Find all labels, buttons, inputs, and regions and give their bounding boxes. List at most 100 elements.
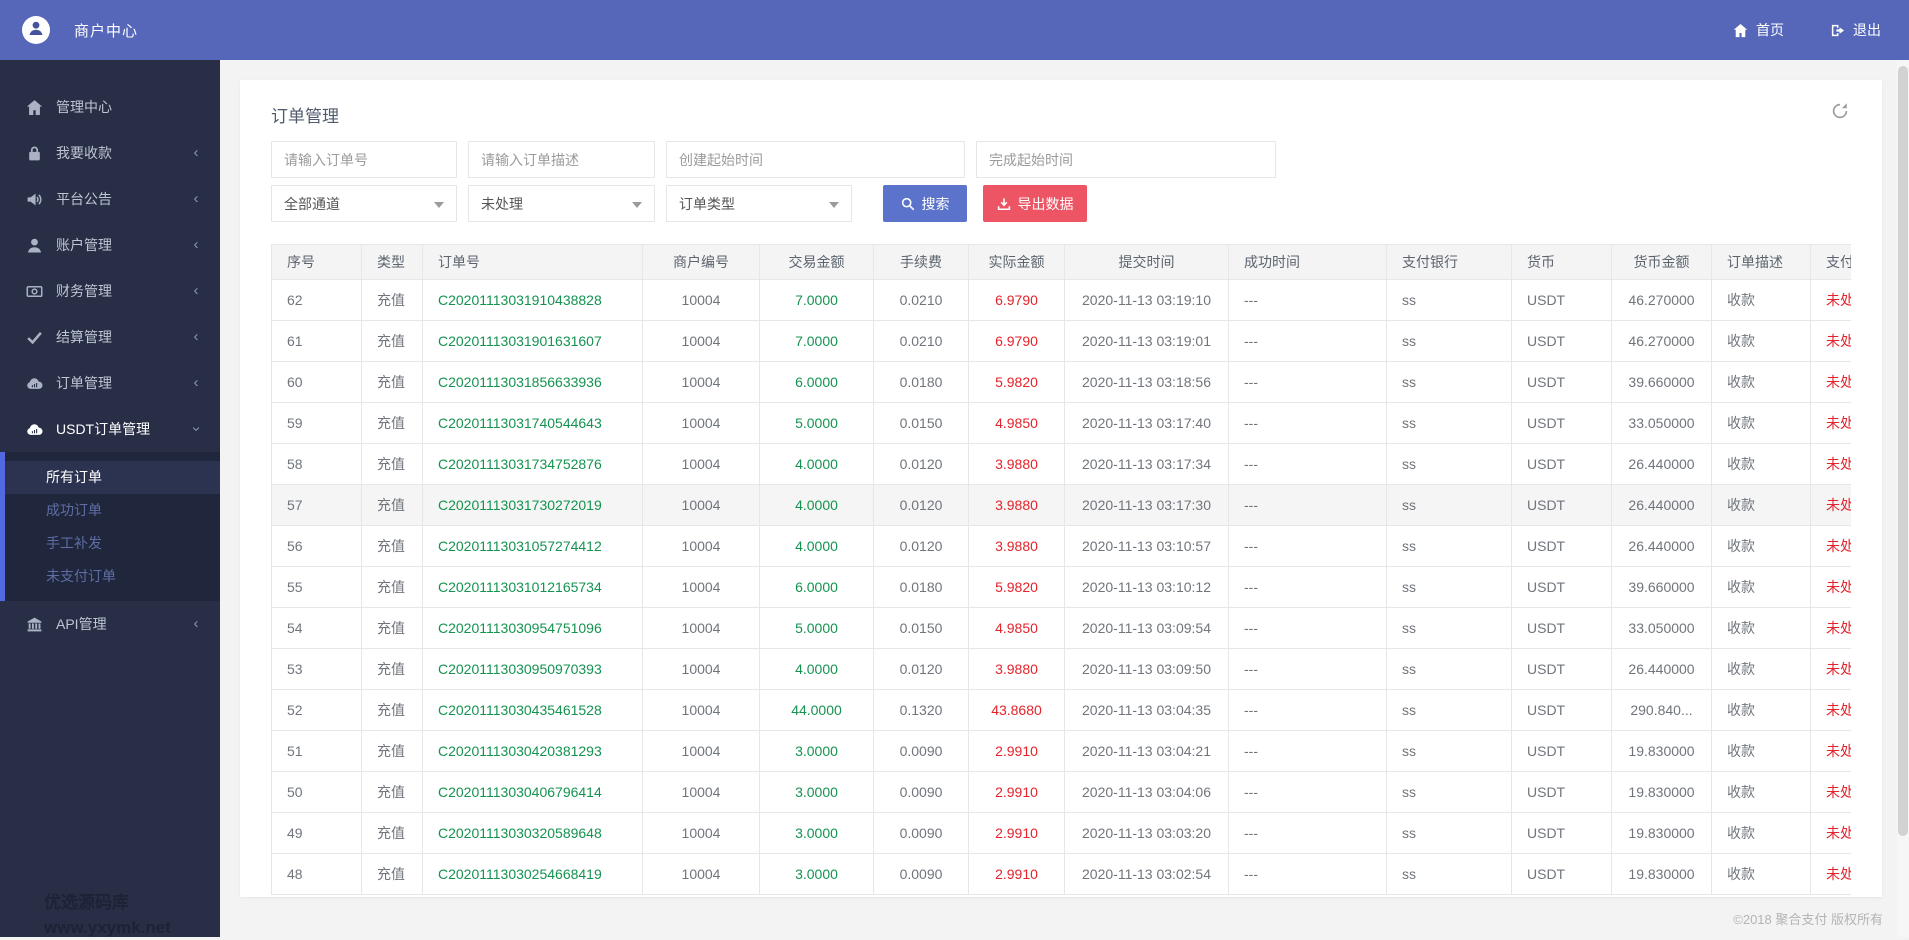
sidebar-item-platform-announcement[interactable]: 平台公告 ‹ bbox=[0, 176, 220, 222]
submenu-item-manual-reissue[interactable]: 手工补发 bbox=[5, 527, 220, 560]
cell-类型: 充值 bbox=[361, 402, 423, 444]
lock-icon bbox=[26, 145, 43, 162]
column-header: 手续费 bbox=[873, 244, 969, 280]
sidebar-item-settlement-management[interactable]: 结算管理 ‹ bbox=[0, 314, 220, 360]
nav-home[interactable]: 首页 bbox=[1733, 20, 1784, 40]
column-header: 序号 bbox=[271, 244, 362, 280]
submenu-item-success-orders[interactable]: 成功订单 bbox=[5, 494, 220, 527]
cell-成功时间: --- bbox=[1228, 320, 1387, 362]
cell-货币金额: 39.660000 bbox=[1611, 566, 1712, 608]
brand: 商户中心 bbox=[0, 16, 138, 44]
table-row: 55 充值 C20201113031012165734 10004 6.0000 0.01… bbox=[271, 566, 1851, 608]
nav-logout[interactable]: 退出 bbox=[1830, 20, 1881, 40]
sidebar-item-finance-management[interactable]: 财务管理 ‹ bbox=[0, 268, 220, 314]
cell-支付银行: ss bbox=[1386, 484, 1512, 526]
sidebar-item-order-management[interactable]: 订单管理 ‹ bbox=[0, 360, 220, 406]
column-header: 成功时间 bbox=[1228, 244, 1387, 280]
export-data-button-label: 导出数据 bbox=[1017, 195, 1074, 212]
order-desc-input[interactable] bbox=[468, 141, 655, 178]
cell-订单描述: 收款 bbox=[1711, 320, 1811, 362]
status-select-value: 未处理 bbox=[481, 195, 523, 212]
export-data-button[interactable]: 导出数据 bbox=[983, 185, 1087, 222]
cell-序号: 62 bbox=[271, 279, 362, 321]
cell-实际金额: 6.9790 bbox=[968, 279, 1065, 321]
cell-提交时间: 2020-11-13 03:10:57 bbox=[1064, 525, 1229, 567]
cell-提交时间: 2020-11-13 03:09:50 bbox=[1064, 648, 1229, 690]
submenu-item-unpaid-orders[interactable]: 未支付订单 bbox=[5, 560, 220, 593]
cell-成功时间: --- bbox=[1228, 279, 1387, 321]
cell-支付状态: 未处理 bbox=[1810, 648, 1851, 690]
top-header-bar: 商户中心 首页 退出 bbox=[0, 0, 1909, 60]
cell-序号: 57 bbox=[271, 484, 362, 526]
cell-货币金额: 39.660000 bbox=[1611, 361, 1712, 403]
cell-序号: 53 bbox=[271, 648, 362, 690]
user-avatar[interactable] bbox=[22, 16, 50, 44]
cell-类型: 充值 bbox=[361, 689, 423, 731]
sidebar-item-api-management[interactable]: API管理 ‹ bbox=[0, 601, 220, 647]
cell-订单号: C20201113030320589648 bbox=[422, 812, 643, 854]
sidebar-item-account-management[interactable]: 账户管理 ‹ bbox=[0, 222, 220, 268]
sidebar-item-label: API管理 bbox=[56, 616, 107, 632]
finish-time-input[interactable] bbox=[976, 141, 1276, 178]
table-row: 52 充值 C20201113030435461528 10004 44.0000 0.1… bbox=[271, 689, 1851, 731]
status-select[interactable]: 未处理 bbox=[468, 185, 655, 222]
sidebar-item-label: 财务管理 bbox=[56, 283, 112, 299]
sidebar-item-collect-money[interactable]: 我要收款 ‹ bbox=[0, 130, 220, 176]
cell-货币: USDT bbox=[1511, 566, 1612, 608]
cell-交易金额: 4.0000 bbox=[759, 525, 874, 567]
sidebar-item-label: 账户管理 bbox=[56, 237, 112, 253]
cell-类型: 充值 bbox=[361, 730, 423, 772]
cell-订单描述: 收款 bbox=[1711, 771, 1811, 813]
column-header: 商户编号 bbox=[642, 244, 760, 280]
cell-订单号: C20201113031730272019 bbox=[422, 484, 643, 526]
scrollbar-thumb[interactable] bbox=[1898, 66, 1908, 836]
cell-序号: 56 bbox=[271, 525, 362, 567]
nav-logout-label: 退出 bbox=[1853, 22, 1881, 38]
cell-订单号: C20201113030406796414 bbox=[422, 771, 643, 813]
app-title: 商户中心 bbox=[74, 22, 139, 40]
table-header-row: 序号 类型 订单号 商户编号 交易金额 手续费 实际金额 提交时间 成功时间 支付银行 货币 货币金额… bbox=[271, 244, 1851, 280]
cell-实际金额: 4.9850 bbox=[968, 402, 1065, 444]
cell-实际金额: 4.9850 bbox=[968, 607, 1065, 649]
chevron-down-icon bbox=[434, 202, 444, 208]
search-button[interactable]: 搜索 bbox=[883, 185, 967, 222]
channel-select[interactable]: 全部通道 bbox=[271, 185, 457, 222]
cell-成功时间: --- bbox=[1228, 566, 1387, 608]
cell-货币金额: 26.440000 bbox=[1611, 648, 1712, 690]
cell-实际金额: 2.9910 bbox=[968, 730, 1065, 772]
cell-交易金额: 4.0000 bbox=[759, 443, 874, 485]
person-icon bbox=[27, 19, 45, 42]
top-nav: 首页 退出 bbox=[1733, 20, 1909, 40]
cell-交易金额: 5.0000 bbox=[759, 402, 874, 444]
cell-商户编号: 10004 bbox=[642, 443, 760, 485]
sidebar-item-usdt-order-management[interactable]: USDT订单管理 ‹ bbox=[0, 406, 220, 452]
table-row: 53 充值 C20201113030950970393 10004 4.0000 0.01… bbox=[271, 648, 1851, 690]
cell-交易金额: 3.0000 bbox=[759, 812, 874, 854]
cell-商户编号: 10004 bbox=[642, 402, 760, 444]
create-time-input[interactable] bbox=[666, 141, 965, 178]
cell-商户编号: 10004 bbox=[642, 648, 760, 690]
refresh-icon[interactable] bbox=[1831, 102, 1849, 120]
column-header: 订单号 bbox=[422, 244, 643, 280]
order-type-select[interactable]: 订单类型 bbox=[666, 185, 852, 222]
sidebar-item-management-center[interactable]: 管理中心 bbox=[0, 84, 220, 130]
cell-支付状态: 未处理 bbox=[1810, 812, 1851, 854]
cell-货币: USDT bbox=[1511, 443, 1612, 485]
cell-商户编号: 10004 bbox=[642, 689, 760, 731]
submenu-item-all-orders[interactable]: 所有订单 bbox=[5, 461, 220, 494]
cell-支付状态: 未处理 bbox=[1810, 689, 1851, 731]
cell-订单描述: 收款 bbox=[1711, 730, 1811, 772]
cell-成功时间: --- bbox=[1228, 484, 1387, 526]
cell-手续费: 0.0150 bbox=[873, 607, 969, 649]
cell-实际金额: 2.9910 bbox=[968, 853, 1065, 895]
order-no-input[interactable] bbox=[271, 141, 457, 178]
cell-订单描述: 收款 bbox=[1711, 566, 1811, 608]
cell-支付状态: 未处理 bbox=[1810, 853, 1851, 895]
cell-支付银行: ss bbox=[1386, 525, 1512, 567]
cell-货币金额: 26.440000 bbox=[1611, 525, 1712, 567]
cell-手续费: 0.0120 bbox=[873, 443, 969, 485]
cell-订单号: C20201113031856633936 bbox=[422, 361, 643, 403]
cell-提交时间: 2020-11-13 03:18:56 bbox=[1064, 361, 1229, 403]
sidebar-item-label: 我要收款 bbox=[56, 145, 112, 161]
cell-序号: 60 bbox=[271, 361, 362, 403]
